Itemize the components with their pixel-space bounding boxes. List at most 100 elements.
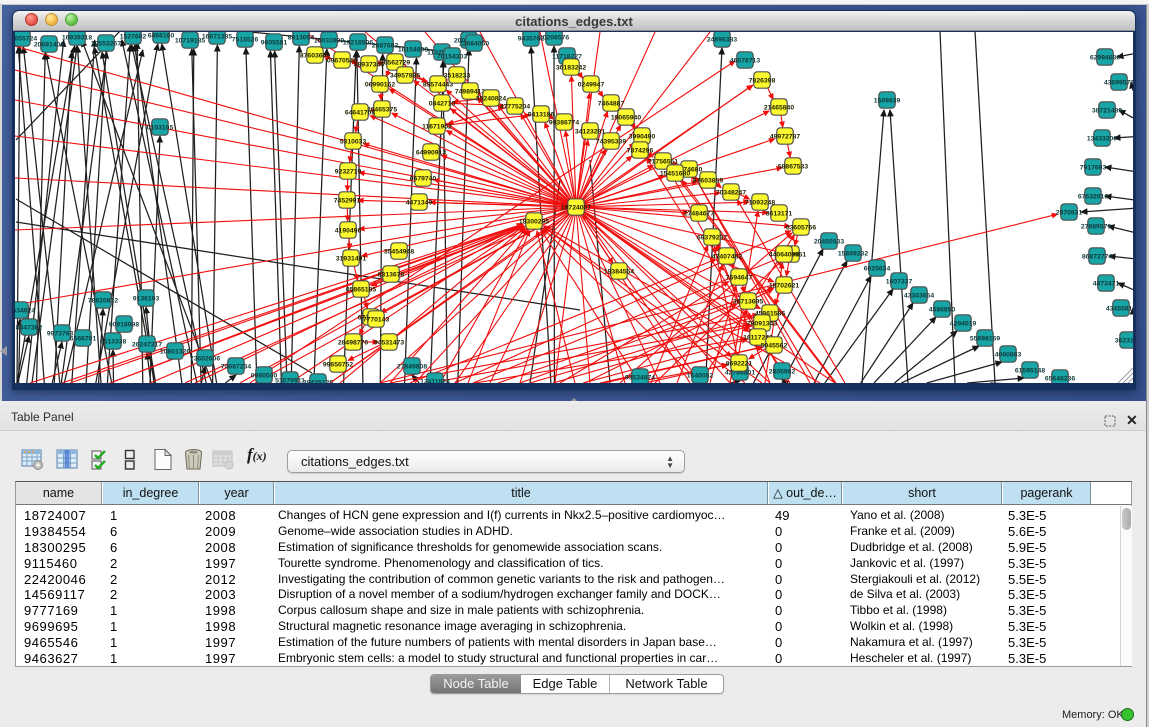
svg-text:47407482: 47407482 bbox=[712, 254, 742, 261]
svg-text:10719185: 10719185 bbox=[175, 38, 205, 45]
svg-text:35240824: 35240824 bbox=[476, 96, 506, 103]
svg-text:1527602: 1527602 bbox=[120, 34, 147, 41]
svg-text:13433200: 13433200 bbox=[1087, 136, 1117, 143]
svg-text:9413186: 9413186 bbox=[528, 112, 555, 119]
svg-text:94531473: 94531473 bbox=[374, 340, 404, 347]
svg-text:7770143: 7770143 bbox=[363, 317, 390, 324]
svg-text:78820812: 78820812 bbox=[88, 298, 118, 305]
svg-text:7452991: 7452991 bbox=[334, 198, 361, 205]
svg-text:43303654: 43303654 bbox=[904, 293, 934, 300]
svg-text:6566701: 6566701 bbox=[70, 336, 97, 343]
svg-text:18702621: 18702621 bbox=[769, 283, 799, 290]
svg-text:19065940: 19065940 bbox=[611, 115, 641, 122]
svg-text:6466160: 6466160 bbox=[148, 33, 175, 40]
svg-text:38721489: 38721489 bbox=[1092, 108, 1122, 115]
svg-text:1509839: 1509839 bbox=[874, 98, 901, 105]
svg-text:9232719: 9232719 bbox=[335, 169, 362, 176]
svg-text:78091343: 78091343 bbox=[747, 321, 777, 328]
svg-text:7464887: 7464887 bbox=[598, 101, 625, 108]
svg-text:4294019: 4294019 bbox=[950, 321, 977, 328]
svg-text:70154303: 70154303 bbox=[437, 54, 467, 61]
svg-text:26247317: 26247317 bbox=[132, 342, 162, 349]
svg-text:24896383: 24896383 bbox=[707, 37, 737, 44]
svg-text:49972787: 49972787 bbox=[770, 134, 800, 141]
svg-text:9605581: 9605581 bbox=[261, 40, 288, 47]
svg-text:87603669: 87603669 bbox=[300, 53, 330, 60]
svg-text:15869232: 15869232 bbox=[838, 251, 868, 258]
svg-text:43534624: 43534624 bbox=[15, 308, 35, 315]
svg-text:12411824: 12411824 bbox=[420, 379, 450, 383]
svg-text:0842710: 0842710 bbox=[429, 101, 456, 108]
svg-text:34957885: 34957885 bbox=[390, 73, 420, 80]
svg-text:34123281: 34123281 bbox=[575, 129, 605, 136]
svg-text:3623166: 3623166 bbox=[1115, 338, 1133, 345]
svg-text:99386774: 99386774 bbox=[549, 120, 579, 127]
svg-text:1607337: 1607337 bbox=[886, 279, 913, 286]
svg-text:8313678: 8313678 bbox=[378, 272, 405, 279]
svg-text:7874296: 7874296 bbox=[627, 148, 654, 155]
svg-text:51079911: 51079911 bbox=[275, 378, 305, 383]
svg-text:43455812: 43455812 bbox=[1106, 306, 1133, 313]
svg-text:62994680: 62994680 bbox=[1090, 55, 1120, 62]
svg-text:43699577: 43699577 bbox=[1104, 80, 1133, 87]
svg-text:05865185: 05865185 bbox=[346, 287, 376, 294]
svg-text:1640052: 1640052 bbox=[687, 373, 714, 380]
svg-text:67632016: 67632016 bbox=[1078, 194, 1108, 201]
svg-text:4873471: 4873471 bbox=[1093, 281, 1120, 288]
svg-text:4060883: 4060883 bbox=[995, 352, 1022, 359]
svg-text:18300295: 18300295 bbox=[519, 219, 549, 226]
svg-text:15451680: 15451680 bbox=[660, 171, 690, 178]
svg-text:74687234: 74687234 bbox=[221, 364, 251, 371]
svg-text:73602606: 73602606 bbox=[190, 356, 220, 363]
svg-text:20206576: 20206576 bbox=[539, 35, 569, 42]
svg-text:93534874: 93534874 bbox=[625, 375, 655, 382]
svg-text:7515526: 7515526 bbox=[232, 37, 259, 44]
svg-text:8813054: 8813054 bbox=[288, 35, 315, 42]
svg-text:0249947: 0249947 bbox=[578, 82, 605, 89]
svg-text:19218506: 19218506 bbox=[343, 40, 373, 47]
svg-text:61595148: 61595148 bbox=[1015, 368, 1045, 375]
svg-text:35454948: 35454948 bbox=[384, 249, 414, 256]
svg-text:6025634: 6025634 bbox=[864, 266, 891, 273]
svg-text:27849808: 27849808 bbox=[397, 364, 427, 371]
svg-text:19384554: 19384554 bbox=[604, 269, 634, 276]
svg-text:74395339: 74395339 bbox=[596, 139, 626, 146]
svg-text:11671902: 11671902 bbox=[422, 124, 452, 131]
svg-text:7594647: 7594647 bbox=[726, 275, 753, 282]
svg-text:2805982: 2805982 bbox=[769, 369, 796, 376]
svg-text:86872774: 86872774 bbox=[1082, 254, 1112, 261]
svg-text:3518233: 3518233 bbox=[444, 73, 471, 80]
svg-text:09670546: 09670546 bbox=[327, 58, 357, 65]
svg-text:6513338: 6513338 bbox=[100, 339, 127, 346]
svg-text:9136193: 9136193 bbox=[133, 296, 160, 303]
svg-text:44064090: 44064090 bbox=[769, 252, 799, 259]
svg-text:4190496: 4190496 bbox=[335, 228, 362, 235]
svg-text:69379237: 69379237 bbox=[697, 235, 727, 242]
svg-text:27889579: 27889579 bbox=[1081, 224, 1111, 231]
svg-text:28498776: 28498776 bbox=[338, 340, 368, 347]
svg-text:06990162: 06990162 bbox=[365, 82, 395, 89]
svg-text:20450533: 20450533 bbox=[814, 239, 844, 246]
svg-text:36183242: 36183242 bbox=[556, 65, 586, 72]
svg-text:99650752: 99650752 bbox=[323, 362, 353, 369]
svg-text:27484677: 27484677 bbox=[684, 211, 714, 218]
svg-text:5045562: 5045562 bbox=[761, 343, 788, 350]
svg-text:8613171: 8613171 bbox=[766, 211, 793, 218]
svg-text:74989413: 74989413 bbox=[455, 89, 485, 96]
svg-text:5310033: 5310033 bbox=[340, 139, 367, 146]
svg-text:0103105: 0103105 bbox=[147, 125, 174, 132]
svg-text:63605766: 63605766 bbox=[786, 225, 816, 232]
svg-text:8347382: 8347382 bbox=[16, 325, 43, 332]
svg-text:8692221: 8692221 bbox=[726, 361, 753, 368]
svg-text:3990490: 3990490 bbox=[629, 134, 656, 141]
svg-text:16154808: 16154808 bbox=[398, 47, 428, 54]
svg-text:4471349: 4471349 bbox=[406, 200, 433, 207]
svg-text:20691406: 20691406 bbox=[34, 42, 64, 49]
svg-text:7826398: 7826398 bbox=[749, 78, 776, 85]
svg-text:2887682: 2887682 bbox=[372, 43, 399, 50]
svg-text:65648236: 65648236 bbox=[1045, 376, 1075, 383]
svg-text:71093248: 71093248 bbox=[745, 200, 775, 207]
svg-text:7917693: 7917693 bbox=[1080, 165, 1107, 172]
svg-text:70348247: 70348247 bbox=[716, 190, 746, 197]
svg-text:2870831: 2870831 bbox=[1056, 210, 1083, 217]
